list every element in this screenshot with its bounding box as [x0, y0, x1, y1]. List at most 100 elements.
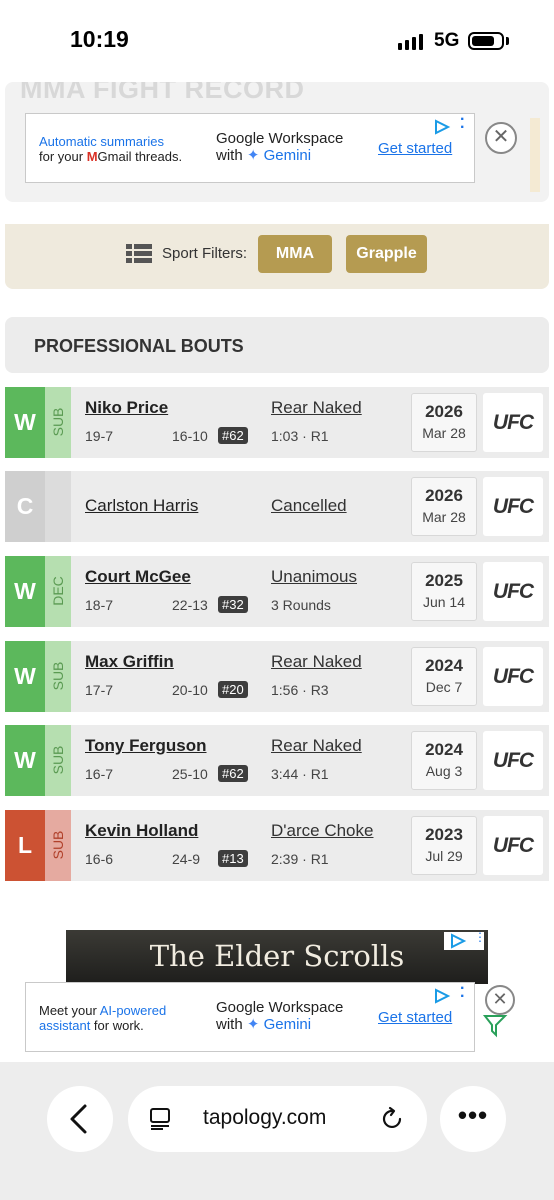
header-accent [530, 118, 540, 192]
fighter-record: 19-7 [85, 428, 114, 444]
ufc-logo-icon[interactable]: UFC [483, 731, 543, 790]
ufc-logo-icon[interactable]: UFC [483, 816, 543, 875]
result-badge: C [5, 471, 45, 542]
gmail-logo-icon: M [86, 149, 98, 164]
event-date[interactable]: 2026 Mar 28 [411, 393, 477, 452]
bout-row[interactable]: W SUB Niko Price 19-7 16-10 #62 Rear Nak… [5, 387, 549, 458]
ad-feedback-icon[interactable] [482, 1013, 508, 1039]
finish-link[interactable]: Rear Naked [271, 398, 362, 418]
page-menu-icon[interactable] [150, 1108, 174, 1130]
ad-mid-text: Google Workspace with ✦ Gemini [216, 130, 343, 164]
address-bar[interactable]: tapology.com [128, 1086, 427, 1152]
ad-get-started-link[interactable]: Get started [378, 140, 452, 157]
signal-icon [398, 34, 423, 50]
filter-chip-mma[interactable]: MMA [258, 235, 332, 273]
opponent-record: 22-13 [172, 597, 208, 613]
finish-detail: 3:44 · R1 [271, 766, 329, 782]
bout-row[interactable]: C Carlston Harris Cancelled 2026 Mar 28 U… [5, 471, 549, 542]
method-label: DEC [50, 576, 66, 606]
event-date[interactable]: 2024 Dec 7 [411, 647, 477, 706]
sport-filters-label: Sport Filters: [162, 245, 248, 262]
close-ad-button[interactable]: ✕ [485, 122, 517, 154]
fighter-record: 16-7 [85, 766, 114, 782]
method-badge: SUB [45, 725, 71, 796]
finish-link[interactable]: Rear Naked [271, 652, 362, 672]
finish-detail: 2:39 · R1 [271, 851, 329, 867]
event-date[interactable]: 2024 Aug 3 [411, 731, 477, 790]
back-button[interactable] [47, 1086, 113, 1152]
ufc-logo-icon[interactable]: UFC [483, 477, 543, 536]
opponent-link[interactable]: Court McGee [85, 567, 191, 587]
ad-get-started-link[interactable]: Get started [378, 1009, 452, 1026]
adchoices-icon[interactable] [433, 987, 451, 1005]
ad-left-line2: for your MGmail threads. [39, 149, 183, 164]
ad-mid-line2: with ✦ Gemini [216, 1016, 312, 1033]
event-date[interactable]: 2023 Jul 29 [411, 816, 477, 875]
fighter-record: 17-7 [85, 682, 114, 698]
finish-link[interactable]: Rear Naked [271, 736, 362, 756]
rank-badge: #32 [218, 596, 248, 613]
result-badge: W [5, 725, 45, 796]
result-badge: W [5, 387, 45, 458]
opponent-record: 25-10 [172, 766, 208, 782]
sport-filters: Sport Filters: MMA Grapple [5, 224, 549, 289]
opponent-record: 20-10 [172, 682, 208, 698]
ad-left-text: Meet your AI-powered assistant for work. [39, 1003, 166, 1033]
bout-row[interactable]: W SUB Tony Ferguson 16-7 25-10 #62 Rear … [5, 725, 549, 796]
ad-menu-icon[interactable]: · · [460, 981, 465, 1005]
finish-link[interactable]: Unanimous [271, 567, 357, 587]
ad-menu-icon[interactable]: · · [460, 112, 465, 136]
ufc-logo-icon[interactable]: UFC [483, 562, 543, 621]
bout-row[interactable]: W SUB Max Griffin 17-7 20-10 #20 Rear Na… [5, 641, 549, 712]
bouts-section-header: PROFESSIONAL BOUTS [5, 317, 549, 373]
ad-left-line1: Meet your AI-powered [39, 1003, 167, 1018]
rank-badge: #62 [218, 427, 248, 444]
adchoices-icon[interactable]: ⋮ [444, 930, 486, 950]
method-badge: DEC [45, 556, 71, 627]
url-text: tapology.com [203, 1106, 327, 1129]
opponent-link[interactable]: Tony Ferguson [85, 736, 207, 756]
chevron-left-icon [70, 1104, 87, 1134]
close-ad-button[interactable]: ✕ [485, 985, 515, 1015]
finish-detail: 1:03 · R1 [271, 428, 329, 444]
opponent-link[interactable]: Carlston Harris [85, 496, 198, 516]
opponent-record: 24-9 [172, 851, 201, 867]
adchoices-icon[interactable] [433, 118, 451, 136]
ad-left-text: Automatic summaries for your MGmail thre… [39, 134, 182, 164]
method-label: SUB [50, 407, 66, 437]
opponent-link[interactable]: Niko Price [85, 398, 168, 418]
filter-chip-grapple[interactable]: Grapple [346, 235, 427, 273]
opponent-link[interactable]: Max Griffin [85, 652, 174, 672]
rank-badge: #62 [218, 765, 248, 782]
method-badge: SUB [45, 641, 71, 712]
battery-icon [468, 32, 504, 50]
bouts-section-title: PROFESSIONAL BOUTS [34, 336, 244, 356]
elder-scrolls-ad[interactable]: The Elder Scrolls ⋮ [66, 930, 488, 984]
finish-link[interactable]: D'arce Choke [271, 821, 373, 841]
opponent-record: 16-10 [172, 428, 208, 444]
fighter-record: 16-6 [85, 851, 114, 867]
rank-badge: #13 [218, 850, 248, 867]
bottom-ad-banner[interactable]: Meet your AI-powered assistant for work.… [25, 981, 475, 1052]
finish-link[interactable]: Cancelled [271, 496, 347, 516]
event-date[interactable]: 2026 Mar 28 [411, 477, 477, 536]
method-badge: SUB [45, 810, 71, 881]
method-badge [45, 471, 71, 542]
top-ad-banner[interactable]: Automatic summaries for your MGmail thre… [25, 112, 475, 183]
event-date[interactable]: 2025 Jun 14 [411, 562, 477, 621]
method-label: SUB [50, 661, 66, 691]
rank-badge: #20 [218, 681, 248, 698]
reload-icon[interactable] [380, 1106, 406, 1132]
battery-tip [506, 37, 509, 45]
opponent-link[interactable]: Kevin Holland [85, 821, 198, 841]
ad-mid-line1: Google Workspace [216, 999, 344, 1016]
ufc-logo-icon[interactable]: UFC [483, 647, 543, 706]
bout-row[interactable]: L SUB Kevin Holland 16-6 24-9 #13 D'arce… [5, 810, 549, 881]
finish-detail: 3 Rounds [271, 597, 331, 613]
bout-row[interactable]: W DEC Court McGee 18-7 22-13 #32 Unanimo… [5, 556, 549, 627]
network-label: 5G [434, 30, 460, 51]
ufc-logo-icon[interactable]: UFC [483, 393, 543, 452]
more-options-button[interactable]: ••• [440, 1086, 506, 1152]
status-time: 10:19 [70, 26, 129, 52]
ad-mid-line2: with ✦ Gemini [216, 147, 312, 164]
